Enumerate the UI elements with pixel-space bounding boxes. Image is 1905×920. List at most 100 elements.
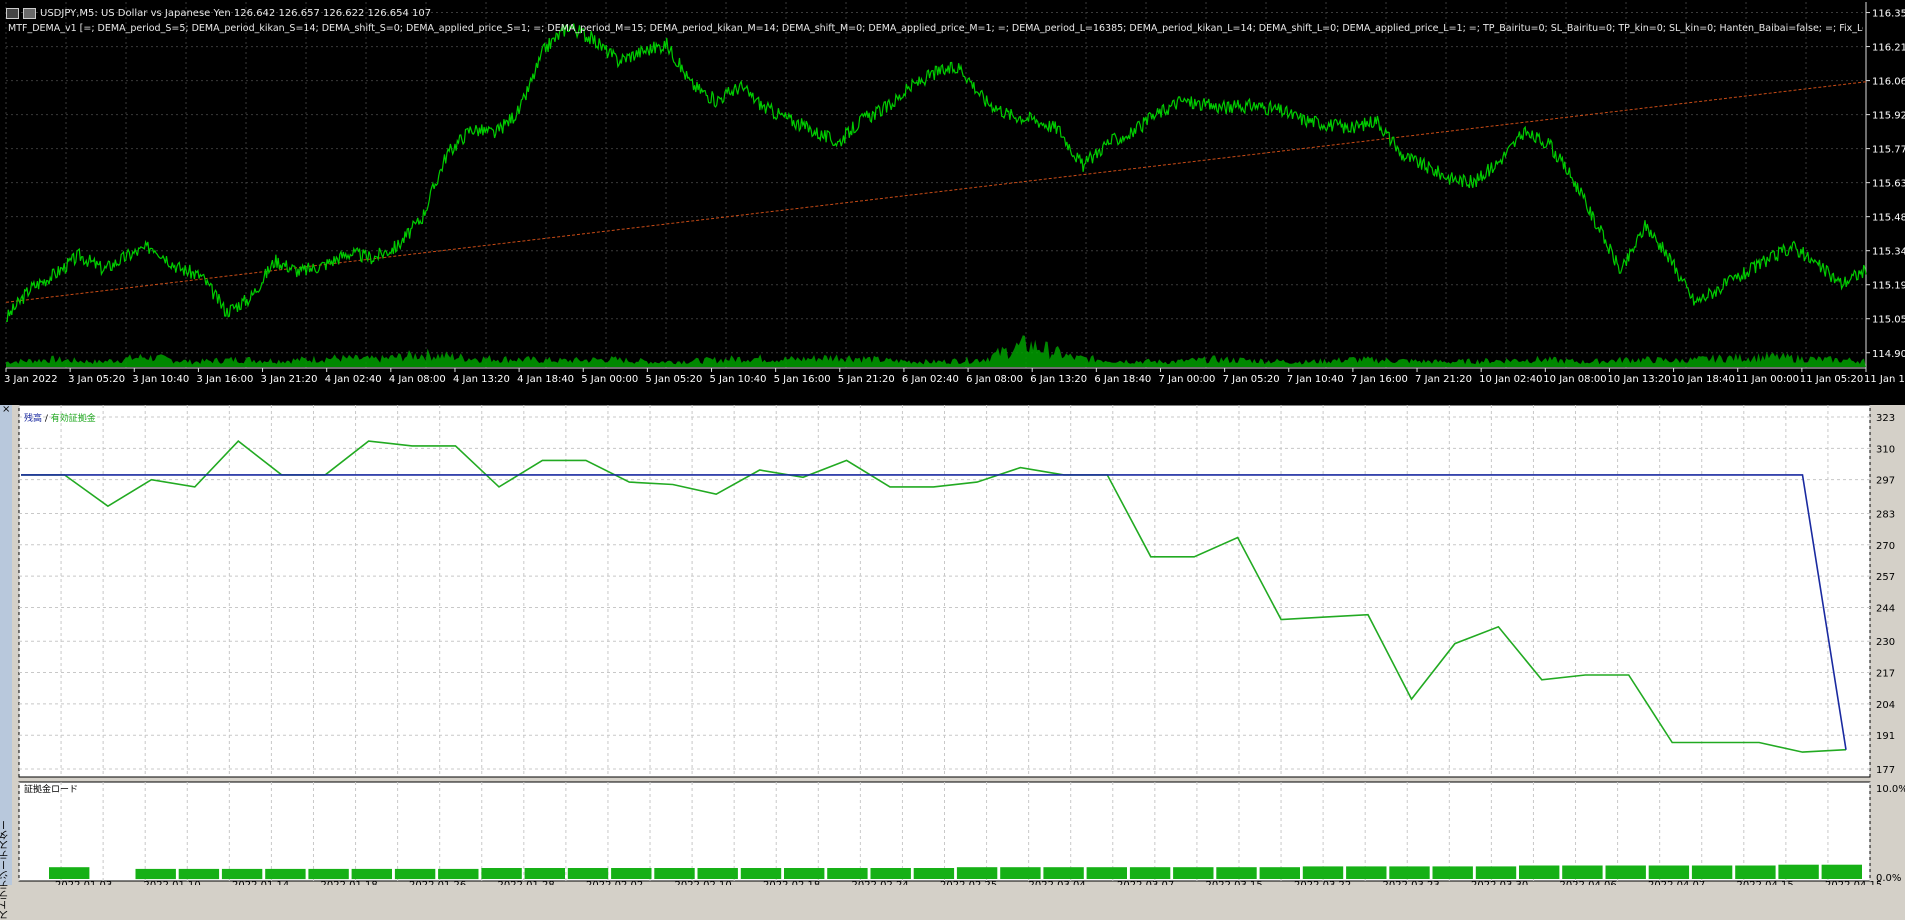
date-axis-label: 2022.04.15 [1737,880,1794,885]
close-icon[interactable]: × [2,404,10,415]
balance-axis-label: 257 [1876,572,1895,583]
margin-load-bar [1173,867,1214,879]
time-axis-label: 5 Jan 10:40 [710,374,767,385]
margin-load-bar [221,868,263,880]
margin-load-bar [870,868,911,879]
time-axis-label: 7 Jan 05:20 [1223,374,1280,385]
time-axis-label: 10 Jan 18:40 [1672,374,1735,385]
margin-load-bar [740,868,782,879]
time-axis-label: 4 Jan 08:00 [389,374,446,385]
margin-load-bar [1432,866,1473,879]
margin-load-bar [1043,867,1084,879]
time-axis-label: 7 Jan 00:00 [1158,374,1215,385]
margin-load-bar [481,868,522,879]
date-axis-label: 2022.03.04 [1029,880,1086,885]
balance-axis-label: 217 [1876,669,1895,680]
price-axis-label: 115.485 [1872,213,1905,224]
load-axis-label-top: 10.0% [1876,784,1905,795]
time-axis-label: 11 Jan 05:20 [1800,374,1863,385]
balance-axis-label: 270 [1876,541,1895,552]
price-axis-label: 116.210 [1872,43,1905,54]
margin-load-bar [1735,865,1776,879]
balance-axis-label: 297 [1876,476,1895,487]
balance-axis-label: 177 [1876,765,1895,776]
margin-load-bar [1691,865,1733,879]
date-axis-label: 2022.02.24 [852,880,909,885]
time-axis-label: 5 Jan 21:20 [838,374,895,385]
margin-load-bar [178,868,220,880]
price-axis-label: 115.195 [1872,281,1905,292]
time-axis-label: 11 Jan 10:0 [1864,374,1905,385]
balance-axis-label: 323 [1876,413,1895,424]
price-axis-label: 115.050 [1872,315,1905,326]
margin-load-bar [351,868,392,880]
date-axis-label: 2022.03.23 [1383,880,1440,885]
margin-load-bar [1302,866,1344,879]
date-axis-label: 2022.02.25 [940,880,997,885]
price-chart-window[interactable]: 116.355 116.210 116.065 115.920 115.775 115.6… [0,0,1905,405]
date-axis-label: 2022.03.07 [1117,880,1174,885]
time-axis-label: 7 Jan 21:20 [1415,374,1472,385]
margin-load-bar [1475,866,1517,879]
legend-separator: / [42,414,51,424]
date-axis-label: 2022.04.15 [1825,880,1882,885]
time-axis-label: 10 Jan 08:00 [1543,374,1606,385]
time-axis-label: 3 Jan 05:20 [68,374,125,385]
price-axis-label: 115.775 [1872,145,1905,156]
price-axis-label: 115.340 [1872,247,1905,258]
volume-histogram [6,335,1866,367]
balance-axis-label: 191 [1876,731,1895,742]
time-axis-label: 3 Jan 2022 [4,374,58,385]
chart-window-icon [6,8,19,19]
date-axis-label: 2022.03.15 [1206,880,1263,885]
date-axis-label: 2022.02.18 [763,880,820,885]
date-axis-label: 2022.02.10 [675,880,732,885]
margin-load-bar [827,868,868,879]
time-axis-label: 11 Jan 00:00 [1736,374,1799,385]
date-axis-label: 2022.02.02 [586,880,643,885]
price-axis-label: 114.905 [1872,349,1905,360]
margin-load-bar [1259,867,1300,879]
date-axis-label: 2022.04.07 [1648,880,1705,885]
price-axis-label: 116.355 [1872,9,1905,20]
tester-graph[interactable]: 323 310 297 283 270 257 244 230 217 204 191 177 10.0… [0,405,1905,885]
margin-load-bar [567,868,609,879]
price-axis-label: 116.065 [1872,77,1905,88]
margin-load-bar [135,868,176,880]
date-axis-label: 2022.01.28 [498,880,555,885]
margin-load-bar [49,867,90,879]
date-axis-label: 2022.01.03 [55,880,112,885]
margin-load-bar [784,868,825,879]
symbol-quote-line: USDJPY,M5: US Dollar vs Japanese Yen 126… [40,8,432,19]
date-axis-label: 2022.03.30 [1471,880,1528,885]
indicator-parameters-line: MTF_DEMA_v1 [=; DEMA_period_S=5; DEMA_pe… [8,23,1863,34]
price-chart[interactable]: 116.355 116.210 116.065 115.920 115.775 115.6… [0,0,1905,405]
price-series-line [5,23,1867,322]
margin-load-bar [654,868,695,879]
strategy-tester-panel[interactable]: 323 310 297 283 270 257 244 230 217 204 191 177 10.0… [0,405,1905,885]
time-axis-label: 6 Jan 18:40 [1094,374,1151,385]
legend-equity: 有効証拠金 [50,414,96,424]
legend-balance: 残高 [24,414,43,424]
time-axis-label: 3 Jan 16:00 [196,374,253,385]
margin-load-bar [611,868,652,879]
date-axis-label: 2022.03.22 [1294,880,1351,885]
time-axis-label: 7 Jan 10:40 [1287,374,1344,385]
margin-load-bar [1605,865,1646,879]
time-axis-label: 5 Jan 05:20 [645,374,702,385]
margin-load-bar [524,868,565,879]
margin-load-bar [1129,867,1171,879]
date-axis-label: 2022.01.26 [409,880,466,885]
time-axis-label: 6 Jan 13:20 [1030,374,1087,385]
margin-load-bar [394,868,436,880]
margin-load-bar [438,868,479,880]
time-axis-label: 4 Jan 02:40 [325,374,382,385]
balance-axis-label: 230 [1876,637,1895,648]
date-axis-label: 2022.04.06 [1560,880,1617,885]
balance-axis-label: 244 [1876,603,1895,614]
margin-load-bar [265,868,306,880]
time-axis-label: 6 Jan 08:00 [966,374,1023,385]
time-axis-label: 10 Jan 02:40 [1479,374,1542,385]
balance-axis-label: 283 [1876,509,1895,520]
margin-load-bar [1346,866,1387,879]
